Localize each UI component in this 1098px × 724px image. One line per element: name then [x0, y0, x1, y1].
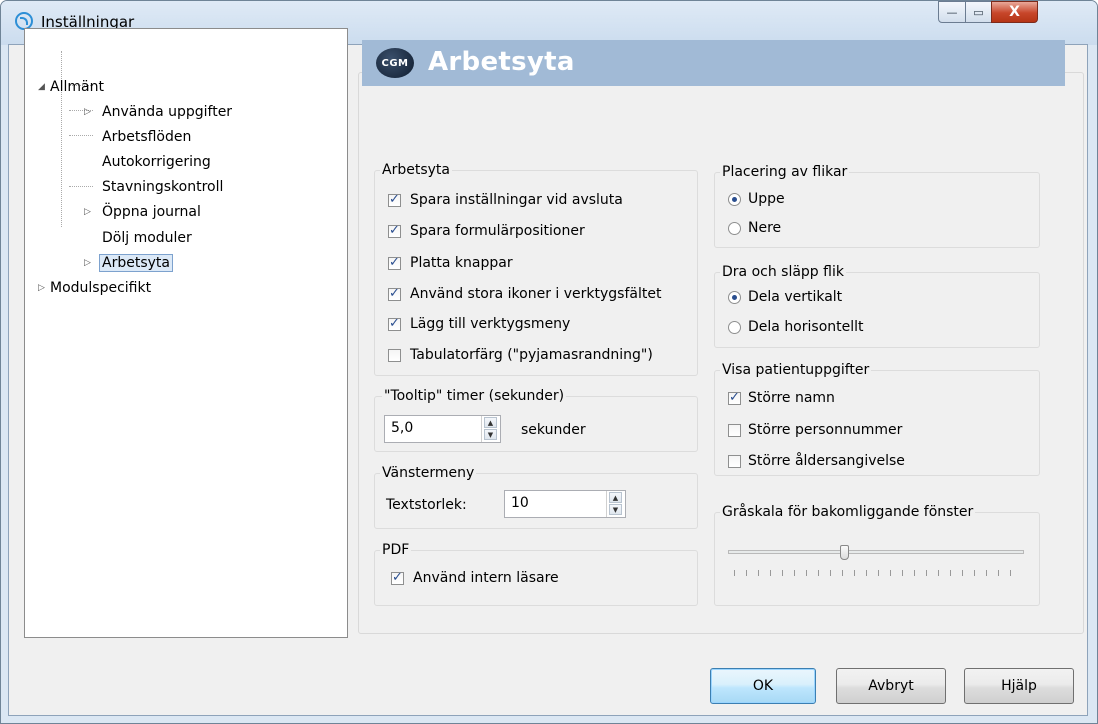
cgm-logo: CGM	[376, 48, 414, 78]
tree-item-autokorrigering[interactable]: Autokorrigering	[102, 152, 211, 172]
checkbox-tabulatorfarg[interactable]	[388, 349, 401, 362]
checkbox-stora-ikoner[interactable]	[388, 286, 401, 301]
expand-arrow-icon[interactable]: ▷	[84, 202, 91, 222]
checkbox-label: Lägg till verktygsmeny	[410, 316, 571, 332]
minimize-button[interactable]: —	[938, 1, 966, 23]
checkbox-label: Platta knappar	[410, 255, 513, 271]
radio-nere[interactable]	[728, 222, 741, 235]
spin-up-icon[interactable]: ▲	[609, 492, 622, 503]
radio-uppe[interactable]	[728, 193, 741, 206]
radio-dela-horisontellt[interactable]	[728, 321, 741, 334]
group-tooltip-label: "Tooltip" timer (sekunder)	[382, 387, 567, 405]
graskala-slider-track[interactable]	[728, 550, 1024, 554]
radio-label: Dela horisontellt	[748, 319, 864, 335]
group-dra-slapp	[714, 272, 1040, 348]
checkbox-label: Spara formulärpositioner	[410, 223, 585, 239]
maximize-icon: ▭	[973, 5, 984, 19]
checkbox-storre-namn[interactable]	[728, 390, 741, 405]
checkbox-label: Tabulatorfärg ("pyjamasrandning")	[410, 347, 653, 363]
maximize-button[interactable]: ▭	[965, 1, 992, 23]
group-graskala-label: Gråskala för bakomliggande fönster	[720, 503, 976, 521]
tree-line	[69, 186, 93, 187]
group-patient-label: Visa patientuppgifter	[720, 361, 872, 379]
group-vanstermeny-label: Vänstermeny	[380, 464, 477, 482]
checkbox-intern-lasare[interactable]	[391, 570, 404, 585]
textstorlek-label: Textstorlek:	[386, 497, 467, 513]
radio-label: Uppe	[748, 191, 785, 207]
checkbox-storre-aldersangivelse[interactable]	[728, 455, 741, 468]
checkbox-storre-personnummer[interactable]	[728, 424, 741, 437]
close-button[interactable]: X	[991, 1, 1038, 23]
tooltip-timer-spinner[interactable]: 5,0 ▲ ▼	[384, 415, 501, 443]
textstorlek-value: 10	[511, 495, 529, 511]
checkbox-verktygsmeny[interactable]	[388, 316, 401, 331]
expand-arrow-icon[interactable]: ▷	[38, 278, 45, 298]
spin-down-icon[interactable]: ▼	[609, 504, 622, 515]
group-graskala	[714, 512, 1040, 606]
group-flikar-label: Placering av flikar	[720, 163, 850, 181]
group-dra-label: Dra och släpp flik	[720, 263, 846, 281]
expand-arrow-icon[interactable]: ▷	[84, 253, 91, 273]
spin-up-icon[interactable]: ▲	[484, 417, 497, 428]
minimize-icon: —	[946, 5, 958, 19]
cancel-button[interactable]: Avbryt	[836, 668, 946, 704]
tree-item-arbetsfloden[interactable]: Arbetsflöden	[102, 127, 191, 147]
checkbox-label: Använd stora ikoner i verktygsfältet	[410, 286, 662, 302]
help-button[interactable]: Hjälp	[964, 668, 1074, 704]
tooltip-timer-value: 5,0	[391, 420, 414, 436]
close-icon: X	[1009, 4, 1020, 20]
checkbox-label: Större åldersangivelse	[748, 453, 905, 469]
tree-item-dolj-moduler[interactable]: Dölj moduler	[102, 228, 192, 248]
checkbox-spara-formularpositioner[interactable]	[388, 223, 401, 238]
checkbox-label: Större personnummer	[748, 422, 903, 438]
tree-item-stavningskontroll[interactable]: Stavningskontroll	[102, 177, 223, 197]
graskala-slider-ticks	[734, 570, 1022, 576]
textstorlek-spinner[interactable]: 10 ▲ ▼	[504, 490, 626, 518]
checkbox-platta-knappar[interactable]	[388, 255, 401, 270]
collapse-arrow-icon[interactable]: ◢	[38, 77, 45, 97]
radio-label: Dela vertikalt	[748, 289, 843, 305]
checkbox-spara-installningar[interactable]	[388, 192, 401, 207]
tree-line	[69, 135, 93, 136]
checkbox-label: Spara inställningar vid avsluta	[410, 192, 623, 208]
radio-label: Nere	[748, 220, 782, 236]
spin-down-icon[interactable]: ▼	[484, 429, 497, 440]
panel-title: Arbetsyta	[428, 47, 575, 77]
checkbox-label: Använd intern läsare	[413, 570, 559, 586]
group-pdf-label: PDF	[380, 541, 412, 559]
tree-item-allmant[interactable]: Allmänt	[50, 77, 104, 97]
ok-button[interactable]: OK	[710, 668, 816, 704]
tree-item-arbetsyta[interactable]: Arbetsyta	[99, 253, 173, 273]
tree-item-oppna-journal[interactable]: Öppna journal	[102, 202, 201, 222]
radio-dela-vertikalt[interactable]	[728, 291, 741, 304]
graskala-slider-thumb[interactable]	[840, 545, 849, 560]
tree-item-anvanda-uppgifter[interactable]: Använda uppgifter	[102, 102, 232, 122]
group-arbetsyta-label: Arbetsyta	[380, 161, 452, 179]
checkbox-label: Större namn	[748, 390, 835, 406]
expand-arrow-icon[interactable]: ▷	[84, 102, 91, 122]
tooltip-unit-label: sekunder	[521, 422, 586, 438]
tree-item-modulspecifikt[interactable]: Modulspecifikt	[50, 278, 151, 298]
